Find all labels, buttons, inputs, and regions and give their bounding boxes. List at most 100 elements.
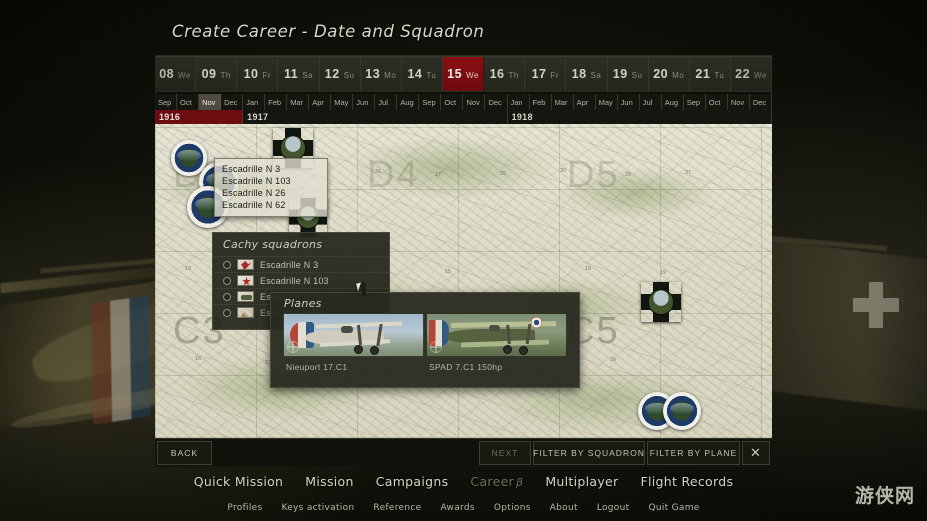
month-cell-dec[interactable]: Dec (485, 94, 507, 110)
day-weekday: We (178, 71, 191, 80)
month-cell-nov[interactable]: Nov (199, 94, 221, 110)
year-cell-1918[interactable]: 1918 (508, 110, 772, 124)
month-cell-may[interactable]: May (331, 94, 353, 110)
day-weekday: Sa (302, 71, 313, 80)
plane-wheel (370, 346, 379, 355)
month-cell-may[interactable]: May (596, 94, 618, 110)
next-button[interactable]: NEXT (479, 441, 531, 465)
nav-item-mission[interactable]: Mission (305, 474, 353, 489)
year-selector[interactable]: 191619171918 (155, 110, 772, 124)
day-number: 16 (490, 67, 505, 81)
day-weekday: Th (220, 71, 230, 80)
subnav-item-about[interactable]: About (550, 503, 578, 513)
day-cell-16[interactable]: 16Th (484, 57, 525, 91)
nav-item-quick-mission[interactable]: Quick Mission (194, 474, 284, 489)
day-cell-09[interactable]: 09Th (196, 57, 237, 91)
subnav-item-quit-game[interactable]: Quit Game (648, 503, 699, 513)
subnav-item-reference[interactable]: Reference (373, 503, 421, 513)
subnav-item-options[interactable]: Options (494, 503, 531, 513)
nav-item-career[interactable]: Careerβ (470, 474, 523, 489)
sub-navigation: Profiles Keys activation Reference Awards Op… (0, 503, 927, 513)
background-tricolor-rudder-icon (91, 296, 151, 425)
day-cell-19[interactable]: 19Su (608, 57, 649, 91)
subnav-item-logout[interactable]: Logout (597, 503, 630, 513)
filter-by-squadron-button[interactable]: FILTER BY SQUADRON (533, 441, 645, 465)
year-cell-1917[interactable]: 1917 (243, 110, 507, 124)
month-cell-feb[interactable]: Feb (530, 94, 552, 110)
plane-wheel (519, 346, 528, 355)
month-cell-sep[interactable]: Sep (155, 94, 177, 110)
day-weekday: Th (508, 71, 518, 80)
day-cell-17[interactable]: 17Fr (525, 57, 566, 91)
day-cell-18[interactable]: 18Sa (566, 57, 607, 91)
month-cell-mar[interactable]: Mar (552, 94, 574, 110)
filter-by-plane-button[interactable]: FILTER BY PLANE (647, 441, 740, 465)
airfield-marker-cross-3[interactable] (641, 282, 681, 322)
day-number: 09 (202, 67, 217, 81)
month-cell-dec[interactable]: Dec (221, 94, 243, 110)
day-number: 20 (653, 67, 668, 81)
month-cell-jan[interactable]: Jan (508, 94, 530, 110)
month-cell-oct[interactable]: Oct (177, 94, 199, 110)
plane-thumbnail-spad (426, 313, 567, 357)
month-cell-jul[interactable]: Jul (640, 94, 662, 110)
day-cell-22[interactable]: 22We (731, 57, 772, 91)
month-cell-nov[interactable]: Nov (728, 94, 750, 110)
squadron-radio-icon[interactable] (223, 309, 231, 317)
day-number: 11 (284, 67, 298, 81)
beta-badge: β (516, 476, 523, 489)
stork-emblem-icon (237, 259, 254, 270)
nav-item-campaigns[interactable]: Campaigns (376, 474, 449, 489)
month-selector[interactable]: SepOctNovDecJanFebMarAprMayJunJulAugSepO… (155, 94, 772, 110)
month-cell-jun[interactable]: Jun (618, 94, 640, 110)
day-weekday: Mo (384, 71, 396, 80)
day-cell-21[interactable]: 21Tu (690, 57, 731, 91)
airfield-marker-roundel-5[interactable] (663, 392, 701, 430)
month-cell-aug[interactable]: Aug (397, 94, 419, 110)
day-cell-10[interactable]: 10Fr (237, 57, 278, 91)
day-cell-13[interactable]: 13 Mo (361, 57, 402, 91)
squadron-radio-icon[interactable] (223, 293, 231, 301)
month-cell-jul[interactable]: Jul (375, 94, 397, 110)
day-selector[interactable]: 08We09Th10Fr11Sa12Su13Mo14Tu15We16Th17Fr… (155, 56, 772, 92)
month-cell-nov[interactable]: Nov (463, 94, 485, 110)
month-cell-jan[interactable]: Jan (243, 94, 265, 110)
day-cell-11[interactable]: 11 Sa (278, 57, 319, 91)
squadron-radio-icon[interactable] (223, 277, 231, 285)
day-cell-14[interactable]: 14Tu (402, 57, 443, 91)
squadron-row-n3[interactable]: Escadrille N 3 (213, 256, 389, 272)
subnav-item-profiles[interactable]: Profiles (227, 503, 262, 513)
year-cell-1916[interactable]: 1916 (155, 110, 243, 124)
plane-card-nieuport[interactable]: Nieuport 17.C1 (283, 313, 424, 372)
day-cell-12[interactable]: 12Su (320, 57, 361, 91)
month-cell-aug[interactable]: Aug (662, 94, 684, 110)
month-cell-sep[interactable]: Sep (684, 94, 706, 110)
day-cell-08[interactable]: 08We (155, 57, 196, 91)
close-icon[interactable]: ✕ (742, 441, 770, 465)
plane-roundel-icon (531, 317, 542, 328)
day-weekday: Sa (591, 71, 602, 80)
day-cell-20[interactable]: 20Mo (649, 57, 690, 91)
day-cell-15[interactable]: 15We (443, 57, 484, 91)
month-cell-sep[interactable]: Sep (419, 94, 441, 110)
plane-card-spad[interactable]: SPAD 7.C1 150hp (426, 313, 567, 372)
month-cell-apr[interactable]: Apr (309, 94, 331, 110)
career-screen: Create Career - Date and Squadron 08We09… (0, 0, 927, 521)
month-cell-jun[interactable]: Jun (353, 94, 375, 110)
month-cell-apr[interactable]: Apr (574, 94, 596, 110)
background-strut-left (0, 267, 160, 294)
month-cell-feb[interactable]: Feb (265, 94, 287, 110)
back-button[interactable]: BACK (157, 441, 212, 465)
nav-item-multiplayer[interactable]: Multiplayer (545, 474, 618, 489)
month-cell-dec[interactable]: Dec (750, 94, 772, 110)
nav-item-flight-records[interactable]: Flight Records (640, 474, 733, 489)
map-tick: 26 (625, 172, 631, 178)
month-cell-oct[interactable]: Oct (441, 94, 463, 110)
month-cell-mar[interactable]: Mar (287, 94, 309, 110)
day-number: 13 (365, 67, 380, 81)
squadron-radio-icon[interactable] (223, 261, 231, 269)
subnav-item-awards[interactable]: Awards (440, 503, 474, 513)
subnav-item-keys-activation[interactable]: Keys activation (281, 503, 354, 513)
squadron-panel-title: Cachy squadrons (213, 233, 389, 256)
month-cell-oct[interactable]: Oct (706, 94, 728, 110)
